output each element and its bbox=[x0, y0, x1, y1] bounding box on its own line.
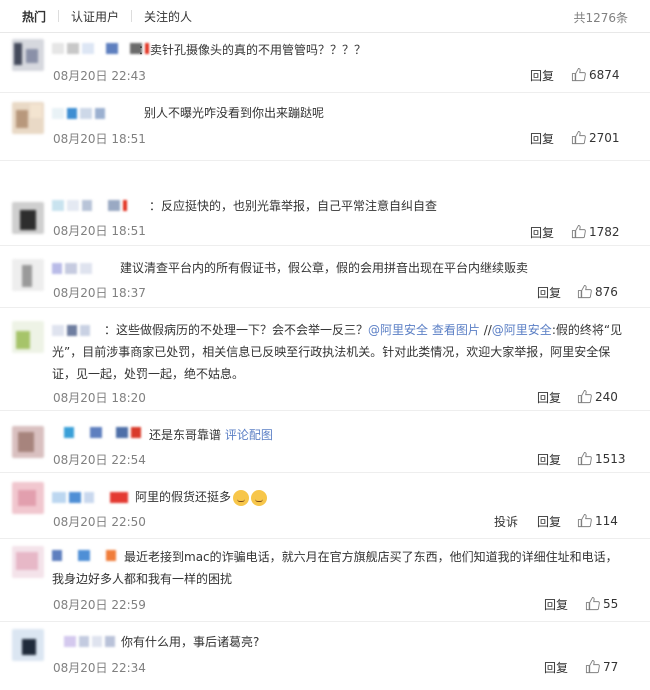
username-masked[interactable] bbox=[52, 263, 92, 277]
mention-link[interactable]: @阿里安全 bbox=[368, 323, 428, 337]
thumbs-up-icon bbox=[585, 596, 600, 611]
reply-button[interactable]: 回复 bbox=[530, 224, 554, 241]
like-count: 114 bbox=[595, 513, 618, 528]
thumbs-up-icon bbox=[577, 389, 592, 404]
comment-text: 阿里的假货还挺多 bbox=[135, 486, 268, 508]
mention-link[interactable]: @阿里安全 bbox=[492, 323, 552, 337]
tab-hot[interactable]: 热门 bbox=[10, 8, 58, 25]
reply-button[interactable]: 回复 bbox=[537, 513, 561, 530]
avatar[interactable] bbox=[12, 321, 44, 353]
avatar[interactable] bbox=[12, 259, 44, 291]
username-masked[interactable] bbox=[52, 108, 105, 122]
like-button[interactable]: 6874 bbox=[571, 67, 620, 82]
comment-item: 你有什么用，事后诸葛亮? 08月20日 22:34 回复 77 bbox=[0, 621, 650, 690]
reply-button[interactable]: 回复 bbox=[530, 67, 554, 84]
comment-tabs: 热门 认证用户 关注的人 共1276条 bbox=[0, 0, 650, 33]
comment-time: 08月20日 22:50 bbox=[53, 515, 146, 529]
report-button[interactable]: 投诉 bbox=[494, 513, 518, 530]
comment-item: 建议清查平台内的所有假证书，假公章，假的会用拼音出现在平台内继续贩卖 08月20… bbox=[0, 245, 650, 308]
like-button[interactable]: 240 bbox=[577, 389, 618, 404]
comment-item: 阿里的假货还挺多 08月20日 22:50 投诉 回复 114 bbox=[0, 472, 650, 539]
username-masked[interactable] bbox=[52, 200, 127, 214]
like-button[interactable]: 55 bbox=[585, 596, 618, 611]
like-button[interactable]: 2701 bbox=[571, 130, 620, 145]
comment-text: 还是东哥靠谱 评论配图 bbox=[149, 424, 273, 446]
username-masked[interactable] bbox=[64, 636, 115, 650]
comment-text: ：这些做假病历的不处理一下？会不会举一反三？@阿里安全 查看图片 //@阿里安全… bbox=[52, 319, 632, 385]
like-count: 1782 bbox=[589, 224, 620, 239]
username-masked[interactable] bbox=[52, 43, 149, 57]
thumbs-up-icon bbox=[571, 67, 586, 82]
comment-text-part: 阿里的假货还挺多 bbox=[135, 490, 232, 504]
comment-time: 08月20日 18:37 bbox=[53, 286, 146, 300]
like-count: 6874 bbox=[589, 67, 620, 82]
tab-following[interactable]: 关注的人 bbox=[132, 8, 204, 25]
like-button[interactable]: 1782 bbox=[571, 224, 620, 239]
comment-text-part: // bbox=[483, 323, 492, 337]
cat-emoji-icon bbox=[251, 489, 268, 506]
like-count: 2701 bbox=[589, 130, 620, 145]
reply-button[interactable]: 回复 bbox=[530, 130, 554, 147]
comment-text-part: 还是东哥靠谱 bbox=[149, 428, 222, 442]
comment-time: 08月20日 22:34 bbox=[53, 661, 146, 675]
comment-time: 08月20日 18:20 bbox=[53, 391, 146, 405]
comment-text: 别人不曝光咋没看到你出来蹦跶呢 bbox=[144, 106, 325, 120]
username-masked[interactable] bbox=[52, 492, 128, 506]
comment-text: 最近老接到mac的诈骗电话，就六月在官方旗舰店买了东西，他们知道我的详细住址和电… bbox=[52, 550, 618, 586]
thumbs-up-icon bbox=[577, 451, 592, 466]
reply-button[interactable]: 回复 bbox=[537, 389, 561, 406]
comment-text-part: ”，目前涉事商家已处罚，相关信息已反映至行政执法机关。针对此类情况，欢迎大家举报… bbox=[52, 345, 611, 381]
comment-item: ：卖针孔摄像头的真的不用管管吗？？？？ 08月20日 22:43 回复 6874 bbox=[0, 33, 650, 93]
comment-text: ：卖针孔摄像头的真的不用管管吗？？？？ bbox=[138, 43, 367, 57]
avatar[interactable] bbox=[12, 546, 44, 578]
comment-image-link[interactable]: 评论配图 bbox=[225, 428, 273, 442]
like-count: 876 bbox=[595, 284, 618, 299]
like-count: 240 bbox=[595, 389, 618, 404]
username-masked[interactable] bbox=[64, 427, 141, 441]
thumbs-up-icon bbox=[571, 130, 586, 145]
avatar[interactable] bbox=[12, 39, 44, 71]
comment-time: 08月20日 18:51 bbox=[53, 132, 146, 146]
like-button[interactable]: 876 bbox=[577, 284, 618, 299]
reply-button[interactable]: 回复 bbox=[537, 451, 561, 468]
cat-emoji-icon bbox=[233, 489, 250, 506]
like-button[interactable]: 114 bbox=[577, 513, 618, 528]
avatar[interactable] bbox=[12, 426, 44, 458]
like-count: 55 bbox=[603, 596, 619, 611]
comment-total: 共1276条 bbox=[573, 11, 628, 25]
comment-time: 08月20日 18:51 bbox=[53, 224, 146, 238]
comment-time: 08月20日 22:54 bbox=[53, 453, 146, 467]
thumbs-up-icon bbox=[577, 284, 592, 299]
comment-text: 你有什么用，事后诸葛亮? bbox=[121, 635, 260, 649]
view-image-link[interactable]: 查看图片 bbox=[432, 323, 480, 337]
avatar[interactable] bbox=[12, 482, 44, 514]
tab-verified-users[interactable]: 认证用户 bbox=[59, 8, 131, 25]
reply-button[interactable]: 回复 bbox=[537, 284, 561, 301]
comment-item: ：反应挺快的，也别光靠举报，自己平常注意自纠自查 08月20日 18:51 回复… bbox=[0, 160, 650, 246]
like-button[interactable]: 1513 bbox=[577, 451, 626, 466]
comment-item: 别人不曝光咋没看到你出来蹦跶呢 08月20日 18:51 回复 2701 bbox=[0, 92, 650, 161]
comment-time: 08月20日 22:59 bbox=[53, 598, 146, 612]
thumbs-up-icon bbox=[577, 513, 592, 528]
comment-text: ：反应挺快的，也别光靠举报，自己平常注意自纠自查 bbox=[149, 199, 438, 213]
avatar[interactable] bbox=[12, 102, 44, 134]
like-button[interactable]: 77 bbox=[585, 659, 618, 674]
comment-time: 08月20日 22:43 bbox=[53, 69, 146, 83]
like-count: 77 bbox=[603, 659, 619, 674]
reply-button[interactable]: 回复 bbox=[544, 659, 568, 676]
like-count: 1513 bbox=[595, 451, 626, 466]
comment-item: 最近老接到mac的诈骗电话，就六月在官方旗舰店买了东西，他们知道我的详细住址和电… bbox=[0, 538, 650, 622]
avatar[interactable] bbox=[12, 202, 44, 234]
avatar[interactable] bbox=[12, 629, 44, 661]
thumbs-up-icon bbox=[571, 224, 586, 239]
comment-text-part: ：这些做假病历的不处理一下？会不会举一反三？ bbox=[104, 323, 369, 337]
comment-item: 还是东哥靠谱 评论配图 08月20日 22:54 回复 1513 bbox=[0, 410, 650, 473]
reply-button[interactable]: 回复 bbox=[544, 596, 568, 613]
comment-item: ：这些做假病历的不处理一下？会不会举一反三？@阿里安全 查看图片 //@阿里安全… bbox=[0, 307, 650, 411]
comment-text: 建议清查平台内的所有假证书，假公章，假的会用拼音出现在平台内继续贩卖 bbox=[120, 261, 529, 275]
thumbs-up-icon bbox=[585, 659, 600, 674]
